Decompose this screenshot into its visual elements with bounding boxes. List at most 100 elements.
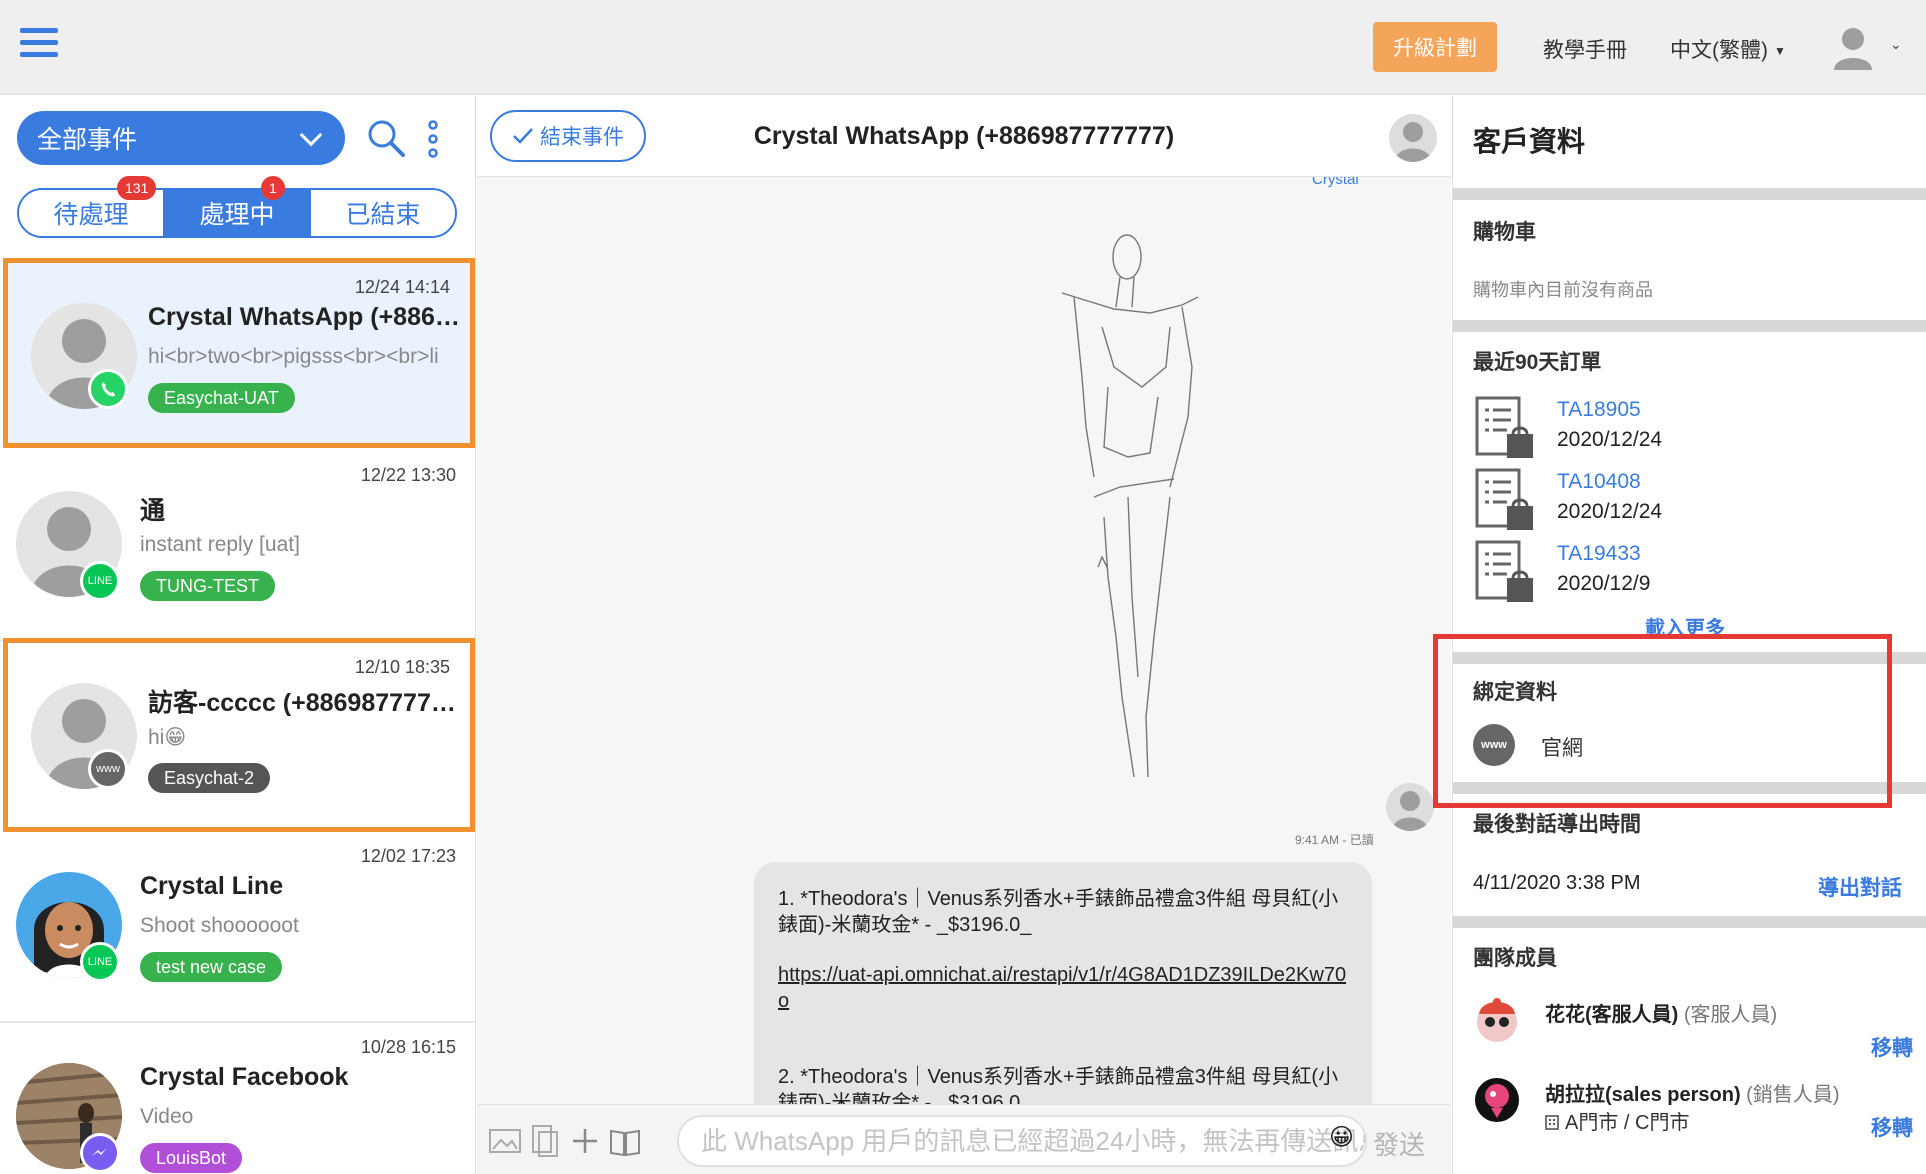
tab-label: 處理中	[199, 201, 275, 229]
order-id-link[interactable]: TA19433	[1557, 542, 1641, 566]
order-list-icon	[1473, 468, 1537, 534]
message-area[interactable]: Crystal 9:41 AM - 已讀 1. *Theodora's｜Venu…	[477, 176, 1451, 1106]
divider	[1453, 320, 1926, 332]
message-input[interactable]: 此 WhatsApp 用戶的訊息已經超過24小時，無法再傳送訊息	[677, 1115, 1367, 1167]
conversation-item[interactable]: 12/22 13:30 LINE 通 instant reply [uat] T…	[0, 451, 475, 641]
conversation-name: Crystal WhatsApp (+886987777777)	[148, 303, 468, 331]
sticker-icon[interactable]	[527, 1123, 563, 1159]
top-bar: 升級計劃 教學手冊 中文(繁體) ▼ ⌄	[0, 0, 1926, 95]
conversation-time: 12/10 18:35	[354, 657, 450, 677]
message-line: 1. *Theodora's｜Venus系列香水+手錶飾品禮盒3件組 母貝紅(小…	[778, 888, 1339, 936]
transfer-link[interactable]: 移轉	[1871, 1032, 1913, 1062]
transfer-link[interactable]: 移轉	[1871, 1112, 1913, 1142]
order-date: 2020/12/9	[1557, 572, 1651, 595]
chevron-down-icon[interactable]: ⌄	[1890, 36, 1902, 53]
order-item[interactable]: TA18905 2020/12/24	[1473, 396, 1893, 464]
team-heading: 團隊成員	[1473, 947, 1557, 970]
tutorial-manual-link[interactable]: 教學手冊	[1543, 34, 1627, 64]
conversation-item[interactable]: 10/28 16:15 Crystal Facebook Video Louis…	[0, 1022, 475, 1174]
send-button[interactable]: 發送	[1373, 1125, 1425, 1162]
conversation-item[interactable]: 12/10 18:35 www 訪客-ccccc (+886987777777)…	[3, 638, 475, 832]
export-conversation-link[interactable]: 導出對話	[1818, 872, 1902, 902]
tab-label: 已結束	[345, 201, 421, 229]
member-name: 花花(客服人員) (客服人員)	[1545, 998, 1777, 1027]
store-icon	[1545, 1113, 1559, 1130]
conversation-name: 通	[140, 497, 166, 525]
order-item[interactable]: TA19433 2020/12/9	[1473, 540, 1893, 608]
conversation-item[interactable]: 12/02 17:23 LINE Crystal Line Shoot shoo…	[0, 832, 475, 1022]
plus-icon[interactable]	[567, 1123, 603, 1159]
messenger-icon	[80, 1133, 120, 1173]
channel-tag: LouisBot	[140, 1143, 243, 1173]
emoji-icon[interactable]: 😀	[1329, 1123, 1354, 1152]
order-id-link[interactable]: TA10408	[1557, 470, 1641, 494]
team-member: 花花(客服人員) (客服人員) 移轉	[1473, 994, 1913, 1074]
conversation-name: 訪客-ccccc (+886987777777)	[148, 689, 468, 717]
tab-pending[interactable]: 待處理 131	[19, 176, 163, 236]
sender-name: Crystal	[1312, 176, 1359, 188]
order-list-icon	[1473, 540, 1537, 606]
conversation-name: Crystal Facebook	[140, 1063, 349, 1091]
orders-heading: 最近90天訂單	[1473, 351, 1602, 374]
member-name: 胡拉拉(sales person) (銷售人員)	[1545, 1078, 1840, 1107]
order-id-link[interactable]: TA18905	[1557, 398, 1641, 422]
message-link[interactable]: https://uat-api.omnichat.ai/restapi/v1/r…	[778, 964, 1346, 1012]
upgrade-plan-button[interactable]: 升級計劃	[1373, 22, 1497, 72]
store-list: A門市 / C門市	[1565, 1112, 1690, 1134]
count-badge: 131	[117, 176, 157, 200]
tab-closed[interactable]: 已結束	[309, 190, 455, 236]
conversation-item[interactable]: 12/24 14:14 Crystal WhatsApp (+886987777…	[3, 258, 475, 448]
order-list-icon	[1473, 396, 1537, 462]
caret-down-icon: ▼	[1774, 44, 1786, 59]
book-icon[interactable]	[607, 1123, 643, 1159]
member-avatar	[1473, 994, 1521, 1046]
conversation-preview: Video	[140, 1105, 194, 1128]
avatar	[1386, 783, 1434, 831]
www-icon: www	[88, 749, 128, 789]
conversation-preview: hi😁	[148, 726, 187, 749]
tab-label: 待處理	[53, 201, 129, 229]
input-bar: 此 WhatsApp 用戶的訊息已經超過24小時，無法再傳送訊息 😀 發送	[477, 1104, 1451, 1174]
member-stores: A門市 / C門市	[1545, 1106, 1689, 1135]
panel-title: 客戶資料	[1473, 126, 1586, 157]
export-heading: 最後對話導出時間	[1473, 813, 1641, 836]
divider	[1453, 916, 1926, 928]
conversation-preview: hi<br>two<br>pigsss<br><br>li	[148, 345, 439, 368]
message-line: 2. *Theodora's｜Venus系列香水+手錶飾品禮盒3件組 母貝紅(小…	[778, 1066, 1339, 1106]
chevron-down-icon	[299, 123, 323, 147]
hamburger-icon[interactable]	[20, 28, 58, 60]
message-bubble[interactable]: 1. *Theodora's｜Venus系列香水+手錶飾品禮盒3件組 母貝紅(小…	[754, 862, 1372, 1106]
event-filter-select[interactable]: 全部事件	[17, 111, 345, 165]
member-role: (銷售人員)	[1746, 1084, 1840, 1106]
channel-tag: test new case	[140, 952, 283, 982]
highlight-box	[1433, 634, 1892, 808]
team-member: 胡拉拉(sales person) (銷售人員) A門市 / C門市 移轉	[1473, 1074, 1913, 1154]
conversation-time: 12/22 13:30	[360, 465, 456, 485]
conversation-time: 12/24 14:14	[354, 277, 450, 297]
read-status: 9:41 AM - 已讀	[1295, 833, 1374, 847]
more-options-icon[interactable]	[425, 120, 441, 158]
user-avatar-icon[interactable]	[1832, 26, 1874, 70]
order-item[interactable]: TA10408 2020/12/24	[1473, 468, 1893, 536]
tab-processing[interactable]: 處理中 1	[163, 176, 309, 236]
sketch-image[interactable]	[1042, 217, 1242, 778]
conversation-preview: Shoot shoooooot	[140, 914, 299, 937]
member-role: (客服人員)	[1683, 1004, 1778, 1026]
member-name-text: 花花(客服人員)	[1545, 1004, 1679, 1026]
search-icon[interactable]	[366, 118, 406, 158]
order-date: 2020/12/24	[1557, 428, 1663, 451]
image-icon[interactable]	[487, 1123, 523, 1159]
language-select[interactable]: 中文(繁體) ▼	[1670, 34, 1786, 64]
channel-tag: Easychat-2	[148, 763, 271, 793]
language-label: 中文(繁體)	[1670, 39, 1768, 62]
divider	[1453, 188, 1926, 200]
status-tabs: 待處理 131 處理中 1 已結束	[17, 176, 457, 238]
event-filter-label: 全部事件	[37, 126, 138, 154]
chat-title: Crystal WhatsApp (+886987777777)	[753, 122, 1175, 150]
whatsapp-icon	[88, 369, 128, 409]
member-avatar	[1473, 1074, 1521, 1126]
count-badge: 1	[261, 176, 285, 200]
line-icon: LINE	[80, 942, 120, 982]
conversation-list-panel: 全部事件 待處理 131 處理中 1 已結束 12/24 14:14 Cryst…	[0, 96, 476, 1174]
conversation-time: 10/28 16:15	[360, 1037, 456, 1057]
